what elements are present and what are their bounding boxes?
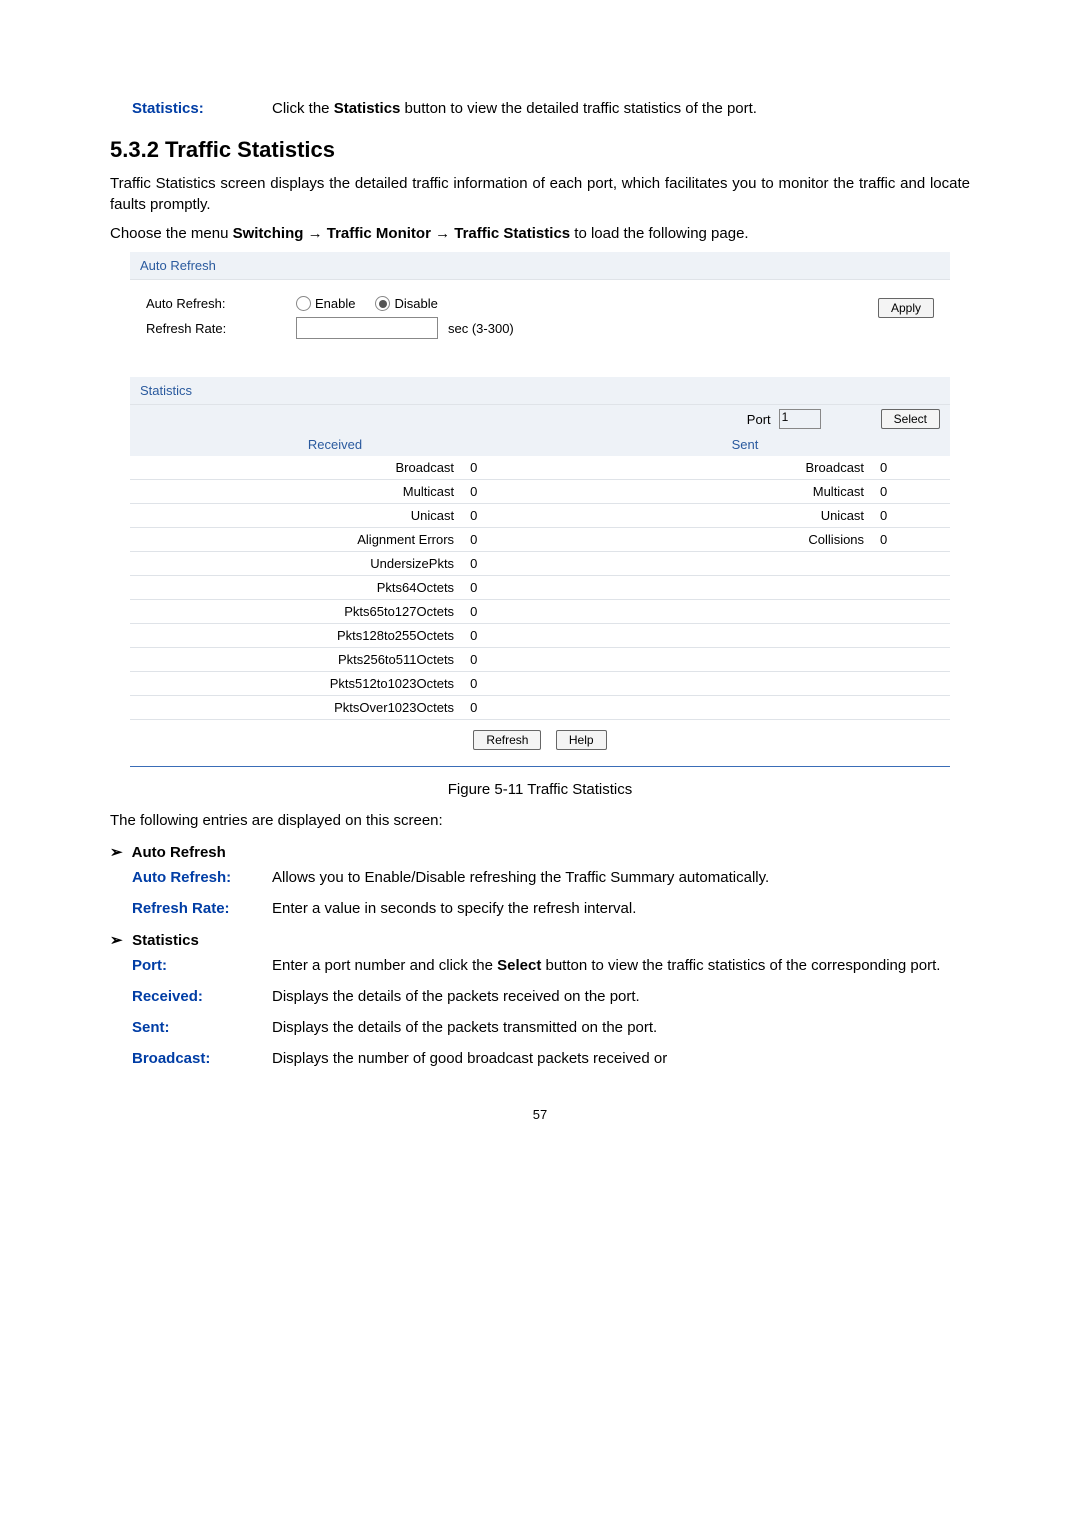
enable-radio[interactable]: Enable	[296, 296, 355, 311]
sent-row-value	[872, 696, 950, 720]
refresh-rate-input[interactable]	[296, 317, 438, 339]
received-row-value: 0	[462, 504, 540, 528]
apply-button[interactable]: Apply	[878, 298, 934, 318]
entry-label: Port:	[132, 957, 272, 974]
separator	[130, 766, 950, 767]
auto-refresh-panel-title: Auto Refresh	[130, 252, 950, 280]
sent-row-label	[540, 552, 872, 576]
entry-text: Enter a value in seconds to specify the …	[272, 900, 970, 917]
received-row-value: 0	[462, 480, 540, 504]
section2-title: Statistics	[132, 932, 199, 949]
received-row-label: UndersizePkts	[130, 552, 462, 576]
sent-row-label: Unicast	[540, 504, 872, 528]
sent-row-label	[540, 672, 872, 696]
statistics-top-label: Statistics:	[132, 100, 272, 117]
select-button[interactable]: Select	[881, 409, 940, 429]
entry-label: Refresh Rate:	[132, 900, 272, 917]
sent-row-value: 0	[872, 480, 950, 504]
sent-row-value: 0	[872, 504, 950, 528]
sent-row-label	[540, 576, 872, 600]
sent-row-label: Collisions	[540, 528, 872, 552]
chevron-right-icon: ➢	[110, 843, 128, 861]
received-row-value: 0	[462, 576, 540, 600]
received-row-label: Pkts64Octets	[130, 576, 462, 600]
auto-refresh-label: Auto Refresh:	[146, 296, 296, 311]
sent-row-label	[540, 624, 872, 648]
sent-row-label: Broadcast	[540, 456, 872, 480]
sent-row-value	[872, 672, 950, 696]
received-row-label: Pkts256to511Octets	[130, 648, 462, 672]
statistics-table: Received Sent Broadcast0Broadcast0Multic…	[130, 433, 950, 720]
sent-row-value: 0	[872, 528, 950, 552]
port-input[interactable]: 1	[779, 409, 821, 429]
entry-text: Displays the number of good broadcast pa…	[272, 1050, 970, 1067]
menu-path: Choose the menu Switching → Traffic Moni…	[110, 223, 970, 244]
received-row-value: 0	[462, 696, 540, 720]
figure-caption: Figure 5-11 Traffic Statistics	[110, 781, 970, 798]
entry-label: Sent:	[132, 1019, 272, 1036]
sent-row-value	[872, 648, 950, 672]
statistics-panel: Statistics Port 1 Select Received Sent B…	[130, 377, 950, 750]
sent-row-label	[540, 696, 872, 720]
received-row-value: 0	[462, 528, 540, 552]
received-header: Received	[130, 433, 540, 456]
received-row-value: 0	[462, 456, 540, 480]
port-label: Port	[747, 412, 771, 427]
refresh-rate-label: Refresh Rate:	[146, 321, 296, 336]
received-row-label: Multicast	[130, 480, 462, 504]
entries-intro: The following entries are displayed on t…	[110, 810, 970, 831]
entry-label: Received:	[132, 988, 272, 1005]
sent-row-value	[872, 576, 950, 600]
entry-text: Enter a port number and click the Select…	[272, 957, 970, 974]
page-number: 57	[110, 1107, 970, 1122]
received-row-value: 0	[462, 648, 540, 672]
sent-row-label	[540, 648, 872, 672]
received-row-value: 0	[462, 600, 540, 624]
entry-label: Auto Refresh:	[132, 869, 272, 886]
section-heading: 5.3.2 Traffic Statistics	[110, 137, 970, 163]
entry-text: Displays the details of the packets rece…	[272, 988, 970, 1005]
received-row-label: Alignment Errors	[130, 528, 462, 552]
auto-refresh-panel: Auto Refresh Auto Refresh: Enable Disabl…	[130, 252, 950, 361]
section1-title: Auto Refresh	[132, 844, 226, 861]
sent-row-value: 0	[872, 456, 950, 480]
sent-row-value	[872, 624, 950, 648]
sent-row-value	[872, 600, 950, 624]
disable-radio[interactable]: Disable	[375, 296, 437, 311]
sent-header: Sent	[540, 433, 950, 456]
received-row-value: 0	[462, 672, 540, 696]
received-row-label: Unicast	[130, 504, 462, 528]
received-row-value: 0	[462, 624, 540, 648]
sent-row-label: Multicast	[540, 480, 872, 504]
chevron-right-icon: ➢	[110, 931, 128, 949]
received-row-value: 0	[462, 552, 540, 576]
received-row-label: Pkts65to127Octets	[130, 600, 462, 624]
received-row-label: Pkts512to1023Octets	[130, 672, 462, 696]
entry-text: Displays the details of the packets tran…	[272, 1019, 970, 1036]
entry-label: Broadcast:	[132, 1050, 272, 1067]
statistics-panel-title: Statistics	[130, 377, 950, 405]
received-row-label: PktsOver1023Octets	[130, 696, 462, 720]
help-button[interactable]: Help	[556, 730, 607, 750]
refresh-button[interactable]: Refresh	[473, 730, 541, 750]
received-row-label: Pkts128to255Octets	[130, 624, 462, 648]
refresh-rate-hint: sec (3-300)	[448, 321, 514, 336]
statistics-top-text: Click the Statistics button to view the …	[272, 100, 970, 117]
sent-row-label	[540, 600, 872, 624]
sent-row-value	[872, 552, 950, 576]
received-row-label: Broadcast	[130, 456, 462, 480]
entry-text: Allows you to Enable/Disable refreshing …	[272, 869, 970, 886]
intro-paragraph: Traffic Statistics screen displays the d…	[110, 173, 970, 215]
